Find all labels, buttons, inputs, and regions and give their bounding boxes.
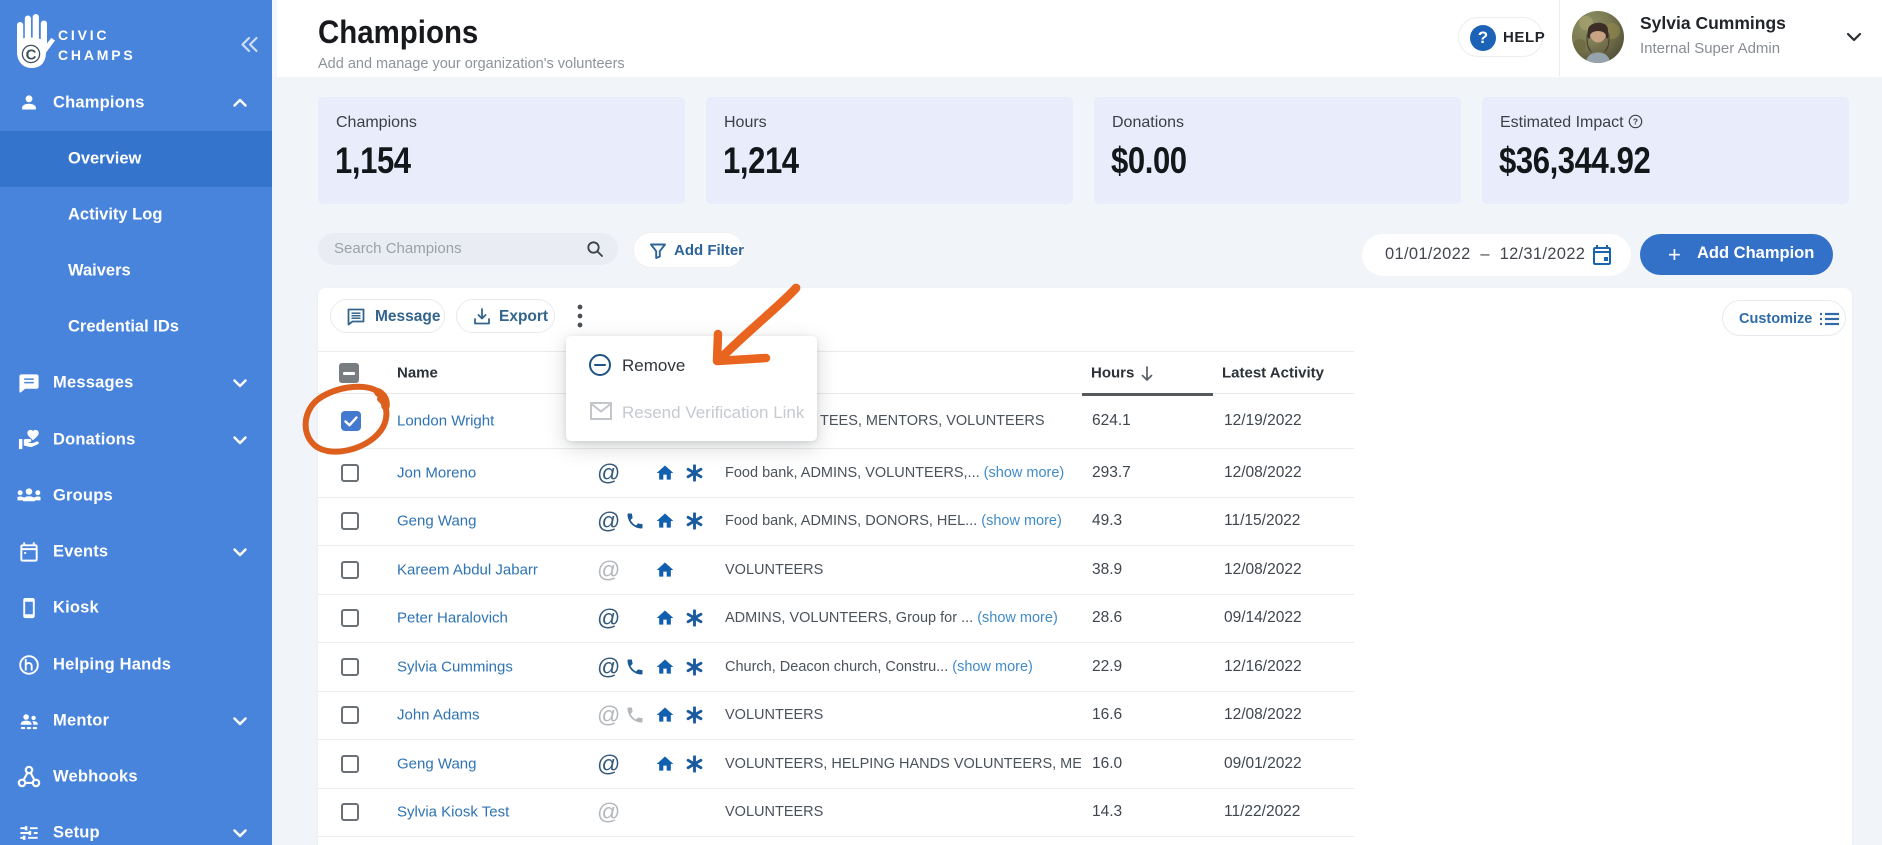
- svg-text:C: C: [26, 47, 37, 64]
- svg-text:?: ?: [1633, 116, 1638, 126]
